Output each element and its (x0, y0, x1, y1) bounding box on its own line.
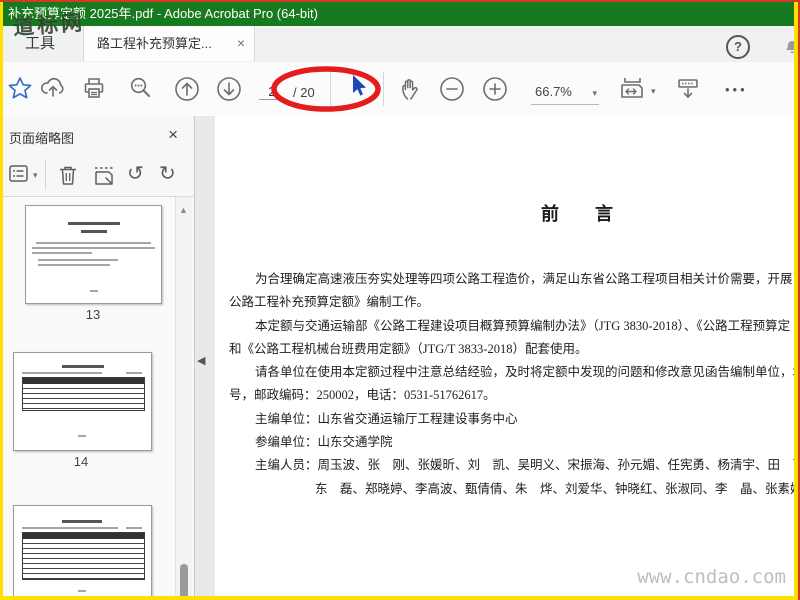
extract-pages-icon[interactable] (91, 163, 117, 189)
next-page-icon[interactable] (215, 75, 243, 103)
thumbnail-toolbar: ▾ ↺ ↻ (3, 154, 194, 197)
window-titlebar: 补充预算定额 2025年.pdf - Adobe Acrobat Pro (64… (3, 2, 794, 26)
rotate-ccw-icon[interactable]: ↺ (127, 163, 144, 185)
bell-icon[interactable] (782, 36, 794, 56)
cloud-upload-icon[interactable] (39, 75, 67, 101)
chevron-down-icon[interactable]: ▾ (33, 170, 38, 181)
doc-line: 主编人员：周玉波、张 刚、张媛昕、刘 凯、吴明义、宋振海、孙元媚、任宪勇、杨清宇… (255, 458, 794, 473)
delete-pages-icon[interactable] (56, 163, 80, 189)
scrollbar-thumb[interactable] (180, 564, 188, 596)
panel-close-icon[interactable]: × (168, 125, 178, 145)
tab-tools[interactable]: 工具 (9, 26, 71, 62)
scroll-mode-icon[interactable] (675, 75, 701, 103)
window-title: 补充预算定额 2025年.pdf - Adobe Acrobat Pro (64… (8, 6, 318, 21)
pdf-page[interactable]: 前 言 为合理确定高速液压夯实处理等四项公路工程造价，满足山东省公路工程项目相关… (215, 116, 794, 596)
page-number-input[interactable]: 2 (259, 84, 285, 100)
document-text: 为合理确定高速液压夯实处理等四项公路工程造价，满足山东省公路工程项目相关计价需要… (229, 268, 794, 501)
zoom-level-select[interactable]: 66.7% ▾ (531, 84, 599, 105)
doc-line: 本定额与交通运输部《公路工程建设项目概算预算编制办法》（JTG 3830-201… (255, 318, 791, 333)
scroll-up-icon[interactable]: ▲ (179, 205, 188, 215)
toolbar-separator (383, 72, 384, 106)
panel-title: 页面缩略图 (9, 131, 75, 146)
zoom-in-icon[interactable] (481, 75, 509, 103)
doc-line: 请各单位在使用本定额过程中注意总结经验，及时将定额中发现的问题和修改意见函告编制… (255, 365, 794, 380)
hand-tool-icon[interactable] (398, 75, 424, 103)
tab-close-icon[interactable]: × (237, 26, 245, 61)
favorites-star-icon[interactable] (7, 75, 33, 101)
search-icon[interactable] (128, 75, 154, 101)
site-watermark-bottom: www.cndao.com (637, 566, 786, 588)
page-thumbnail-14[interactable] (13, 352, 152, 451)
acrobat-window: 补充预算定额 2025年.pdf - Adobe Acrobat Pro (64… (3, 2, 794, 596)
help-icon[interactable]: ? (726, 35, 750, 59)
thumbnail-label: 13 (85, 307, 101, 322)
tab-document[interactable]: 路工程补充预算定... × (83, 26, 255, 61)
zoom-out-icon[interactable] (438, 75, 466, 103)
doc-line: 东 磊、郑晓婷、李高波、甄倩倩、朱 烨、刘爱华、钟晓红、张淑同、李 晶、张素娟、 (315, 481, 794, 496)
thumbnail-list: 13 14 ▲ (3, 197, 194, 596)
chevron-down-icon: ▾ (592, 88, 597, 98)
doc-line: 和《公路工程机械台班费用定额》（JTG/T 3833-2018）配套使用。 (229, 341, 588, 356)
tab-strip: 工具 路工程补充预算定... × ? (3, 26, 794, 63)
more-tools-icon[interactable]: ••• (725, 82, 748, 97)
page-total-label: / 20 (293, 85, 315, 100)
toolbar-separator (330, 72, 331, 106)
previous-page-icon[interactable] (173, 75, 201, 103)
zoom-level-value: 66.7% (535, 84, 572, 99)
fit-width-icon[interactable] (617, 75, 647, 103)
page-thumbnail-15[interactable] (13, 505, 152, 596)
doc-line: 为合理确定高速液压夯实处理等四项公路工程造价，满足山东省公路工程项目相关计价需要… (255, 272, 794, 286)
chevron-down-icon[interactable]: ▾ (651, 86, 656, 97)
doc-line: 公路工程补充预算定额》编制工作。 (229, 295, 430, 310)
main-toolbar: 2 / 20 66.7% ▾ ▾ ••• (3, 62, 794, 117)
doc-line: 主编单位：山东省交通运输厅工程建设事务中心 (255, 411, 518, 426)
thumbnail-label: 14 (73, 454, 89, 469)
screenshot-frame: 补充预算定额 2025年.pdf - Adobe Acrobat Pro (64… (0, 0, 800, 600)
thumbnail-options-icon[interactable] (8, 163, 32, 185)
rotate-cw-icon[interactable]: ↻ (159, 163, 176, 185)
collapse-panel-icon[interactable]: ◀ (197, 354, 205, 367)
document-title: 前 言 (541, 204, 613, 224)
print-icon[interactable] (81, 75, 107, 101)
tab-document-label: 路工程补充预算定... (97, 36, 212, 51)
frame-border-top (0, 0, 800, 2)
doc-line: 参编单位：山东交通学院 (255, 435, 393, 450)
doc-line: 号，邮政编码：250002，电话：0531-51762617。 (229, 388, 496, 403)
page-thumbnails-panel: 页面缩略图 × ▾ ↺ ↻ 13 14 ▲ (3, 116, 195, 596)
toolbar-separator (45, 160, 46, 190)
thumbnail-scrollbar[interactable]: ▲ (175, 197, 192, 596)
page-thumbnail-13[interactable] (25, 205, 162, 304)
